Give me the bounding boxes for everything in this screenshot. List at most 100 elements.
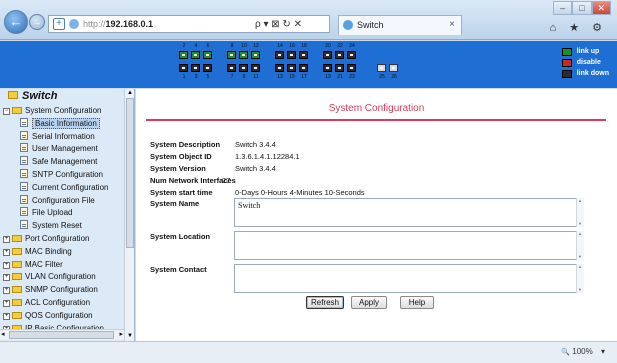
system-name-input[interactable] <box>234 198 584 227</box>
help-button[interactable]: Help <box>400 296 434 309</box>
tree-page-item[interactable]: Current Configuration <box>20 181 108 193</box>
forward-button[interactable]: → <box>29 14 45 30</box>
browser-chrome: ← → + http://192.168.0.1 ρ ▾ ⊠ ↻ ✕ Switc… <box>0 0 617 40</box>
tree-folder-item[interactable]: + Port Configuration <box>3 233 89 244</box>
tree-page-item[interactable]: Serial Information <box>20 130 95 142</box>
close-window-button[interactable]: ✕ <box>591 1 611 15</box>
expand-icon[interactable]: + <box>3 236 10 243</box>
expand-icon[interactable]: + <box>3 300 10 307</box>
tree-item-label: Serial Information <box>32 131 95 141</box>
scroll-left-icon[interactable]: ◂ <box>1 330 5 338</box>
port-icon[interactable] <box>275 64 284 72</box>
system-contact-scrollbar[interactable] <box>576 264 584 293</box>
hscroll-thumb[interactable] <box>9 331 114 339</box>
port-icon[interactable] <box>203 51 212 59</box>
port-icon[interactable] <box>323 51 332 59</box>
page-icon <box>20 117 28 127</box>
address-bar[interactable]: + http://192.168.0.1 ρ ▾ ⊠ ↻ ✕ <box>48 15 330 33</box>
tree-folder-item[interactable]: + MAC Filter <box>3 259 63 270</box>
port-icon[interactable] <box>335 64 344 72</box>
page-icon <box>20 220 28 230</box>
port-number-label: 21 <box>337 74 343 80</box>
port-icon[interactable] <box>287 64 296 72</box>
tree-item-label: ACL Configuration <box>25 298 91 307</box>
system-location-scrollbar[interactable] <box>576 231 584 260</box>
sfp-port-icon[interactable] <box>389 64 398 72</box>
port-icon[interactable] <box>191 64 200 72</box>
tree-page-item[interactable]: Safe Management <box>20 156 97 167</box>
link-down-swatch-icon <box>561 69 572 78</box>
port-icon[interactable] <box>335 51 344 59</box>
browser-toolbar-icons[interactable]: ⌂ ★ ⚙ <box>550 21 607 34</box>
folder-icon <box>12 311 22 319</box>
tree-folder-item[interactable]: + MAC Binding <box>3 246 72 257</box>
tree-item-label: QOS Configuration <box>25 310 93 320</box>
tree-folder-item[interactable]: + QOS Configuration <box>3 310 93 321</box>
port-icon[interactable] <box>203 64 212 72</box>
back-button[interactable]: ← <box>4 10 28 34</box>
tree-page-item[interactable]: System Reset <box>20 220 82 231</box>
system-contact-input[interactable] <box>234 264 584 293</box>
port-number-label: 26 <box>391 74 397 80</box>
apply-button[interactable]: Apply <box>351 296 387 309</box>
port-number-label: 22 <box>337 43 343 49</box>
tree-page-item[interactable]: Basic Information <box>20 117 100 129</box>
tree-page-item[interactable]: User Management <box>20 143 98 154</box>
tree-folder-item[interactable]: + ACL Configuration <box>3 297 90 308</box>
port-icon[interactable] <box>251 51 260 59</box>
tree-folder-item[interactable]: + SNMP Configuration <box>3 284 98 295</box>
tree-folder-item[interactable]: − System Configuration <box>3 105 101 116</box>
port-icon[interactable] <box>299 64 308 72</box>
tree-item-label: SNTP Configuration <box>32 170 103 179</box>
scroll-right-icon[interactable]: ▸ <box>119 330 123 338</box>
port-icon[interactable] <box>287 51 296 59</box>
system-name-scrollbar[interactable] <box>576 198 584 227</box>
tree-folder-item[interactable]: + VLAN Configuration <box>3 271 96 282</box>
tree-page-item[interactable]: Configuration File <box>20 194 95 206</box>
collapse-icon[interactable]: − <box>3 108 10 115</box>
port-icon[interactable] <box>251 64 260 72</box>
port-icon[interactable] <box>275 51 284 59</box>
expand-icon[interactable]: + <box>3 287 10 295</box>
folder-icon <box>12 260 22 268</box>
port-icon[interactable] <box>179 51 188 59</box>
scroll-thumb[interactable] <box>126 98 134 248</box>
tree-page-item[interactable]: File Upload <box>20 207 72 218</box>
scroll-down-icon[interactable]: ▼ <box>125 332 134 341</box>
port-icon[interactable] <box>191 51 200 59</box>
port-icon[interactable] <box>179 64 188 72</box>
port-number-label: 18 <box>301 43 307 49</box>
legend-label: link up <box>576 48 600 55</box>
refresh-button[interactable]: Refresh <box>306 296 344 309</box>
port-icon[interactable] <box>227 64 236 72</box>
address-bar-tools[interactable]: ρ ▾ ⊠ ↻ ✕ <box>255 17 302 33</box>
expand-icon[interactable]: + <box>3 248 10 256</box>
port-icon[interactable] <box>227 51 236 59</box>
maximize-button[interactable]: □ <box>572 1 592 15</box>
tree-horizontal-scrollbar[interactable]: ◂ ▸ <box>0 329 124 340</box>
port-icon[interactable] <box>323 64 332 72</box>
browser-tab[interactable]: Switch × <box>338 15 462 35</box>
tree-vertical-scrollbar[interactable]: ▲ ▼ <box>124 89 134 341</box>
scroll-up-icon[interactable]: ▲ <box>125 89 134 98</box>
zoom-control[interactable]: 🔍 100% ▾ <box>561 347 605 356</box>
port-number-label: 3 <box>194 74 198 80</box>
port-icon[interactable] <box>347 64 356 72</box>
tree-item-label: System Reset <box>32 221 82 231</box>
tree-page-item[interactable]: SNTP Configuration <box>20 169 103 180</box>
port-icon[interactable] <box>239 51 248 59</box>
tab-title: Switch <box>357 20 384 30</box>
expand-icon[interactable]: + <box>3 261 10 269</box>
tree-root[interactable]: Switch <box>8 90 57 102</box>
expand-icon[interactable]: + <box>3 312 10 320</box>
port-icon[interactable] <box>299 51 308 59</box>
system-location-input[interactable] <box>234 231 584 260</box>
sfp-port-icon[interactable] <box>377 64 386 72</box>
port-icon[interactable] <box>239 64 248 72</box>
expand-icon[interactable]: + <box>3 274 10 282</box>
port-icon[interactable] <box>347 51 356 59</box>
tab-close-icon[interactable]: × <box>449 16 455 34</box>
port-number-label: 13 <box>277 74 283 80</box>
port-number-label: 24 <box>349 43 355 49</box>
minimize-button[interactable]: – <box>553 1 573 15</box>
